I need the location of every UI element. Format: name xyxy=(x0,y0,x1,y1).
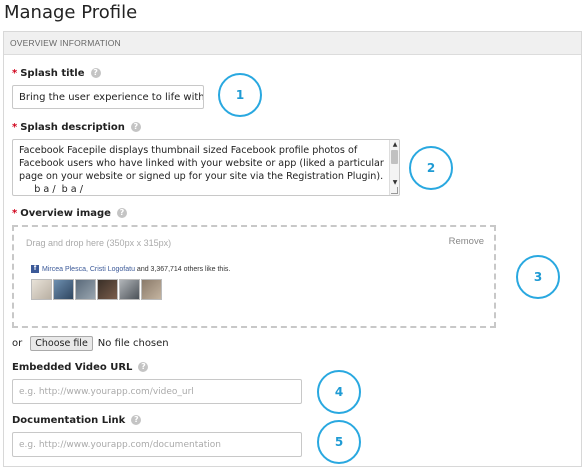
overview-image-label: * Overview image? xyxy=(12,208,127,219)
overview-image-label-text: Overview image xyxy=(20,208,111,219)
image-dropzone[interactable]: Drag and drop here (350px x 315px) Remov… xyxy=(12,225,496,328)
splash-title-label-text: Splash title xyxy=(20,68,85,79)
documentation-link-label: Documentation Link? xyxy=(12,415,142,426)
panel-header: OVERVIEW INFORMATION xyxy=(4,32,581,55)
file-chooser-row: or Choose file No file chosen xyxy=(12,336,169,351)
profile-photo xyxy=(31,279,52,300)
callout-badge-1: 1 xyxy=(218,73,262,117)
video-url-label-text: Embedded Video URL xyxy=(12,362,133,373)
splash-title-input[interactable]: Bring the user experience to life with F… xyxy=(12,85,204,109)
callout-badge-5: 5 xyxy=(317,420,361,464)
splash-description-label: * Splash description? xyxy=(12,122,141,133)
resize-grip-icon[interactable] xyxy=(391,187,398,194)
splash-description-textarea[interactable]: Facebook Facepile displays thumbnail siz… xyxy=(12,139,400,196)
help-icon[interactable]: ? xyxy=(138,362,149,372)
scroll-up-arrow-icon[interactable]: ▲ xyxy=(391,141,399,149)
splash-description-text: Facebook Facepile displays thumbnail siz… xyxy=(19,145,384,195)
documentation-link-label-text: Documentation Link xyxy=(12,415,126,426)
help-icon[interactable]: ? xyxy=(130,122,141,132)
documentation-link-input[interactable]: e.g. http://www.yourapp.com/documentatio… xyxy=(12,432,302,457)
callout-badge-4: 4 xyxy=(317,370,361,414)
callout-badge-2: 2 xyxy=(409,146,453,190)
profile-photo xyxy=(75,279,96,300)
video-url-input[interactable]: e.g. http://www.yourapp.com/video_url xyxy=(12,379,302,404)
profile-photo xyxy=(97,279,118,300)
facepile-names: Mircea Plesca, Cristi Logofatu xyxy=(42,266,135,273)
facepile-others: and 3,367,714 others like this. xyxy=(134,266,231,273)
page-title: Manage Profile xyxy=(4,2,138,23)
file-status: No file chosen xyxy=(97,338,169,349)
remove-image-link[interactable]: Remove xyxy=(449,236,484,247)
facepile-thumbnails xyxy=(31,279,231,300)
splash-title-label: * Splash title? xyxy=(12,68,101,79)
required-marker: * xyxy=(12,68,18,79)
facepile-caption: f Mircea Plesca, Cristi Logofatu and 3,36… xyxy=(31,265,231,274)
scroll-thumb[interactable] xyxy=(391,150,398,164)
or-label: or xyxy=(12,338,23,349)
facebook-icon: f xyxy=(31,265,39,274)
splash-description-label-text: Splash description xyxy=(20,122,125,133)
video-url-label: Embedded Video URL? xyxy=(12,362,149,373)
required-marker: * xyxy=(12,208,18,219)
profile-photo xyxy=(141,279,162,300)
callout-badge-3: 3 xyxy=(516,255,560,299)
help-icon[interactable]: ? xyxy=(116,208,127,218)
profile-photo xyxy=(119,279,140,300)
required-marker: * xyxy=(12,122,18,133)
help-icon[interactable]: ? xyxy=(90,68,101,78)
choose-file-button[interactable]: Choose file xyxy=(30,336,93,351)
profile-photo xyxy=(53,279,74,300)
help-icon[interactable]: ? xyxy=(131,415,142,425)
facepile-preview-image: f Mircea Plesca, Cristi Logofatu and 3,36… xyxy=(31,265,231,300)
scroll-down-arrow-icon[interactable]: ▼ xyxy=(391,179,399,187)
dropzone-hint: Drag and drop here (350px x 315px) xyxy=(26,238,172,248)
